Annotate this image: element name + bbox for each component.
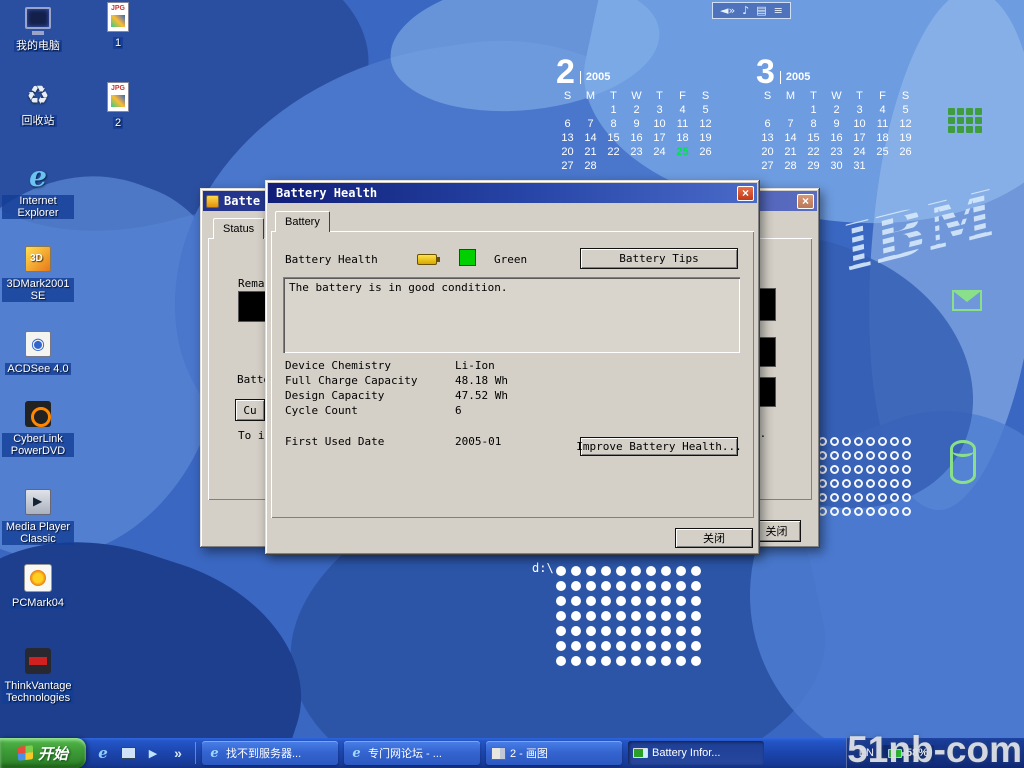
first-used-row: First Used Date 2005-01 [285,435,501,450]
task-label: 2 - 画图 [510,745,548,761]
task-label: Battery Infor... [652,747,720,759]
desktop-icon-pcmark[interactable]: PCMark04 [2,562,74,609]
field-label: Full Charge Capacity [285,374,455,389]
battery-icon [417,254,437,265]
icon-label: 我的电脑 [14,40,62,52]
show-desktop-icon[interactable] [119,744,137,762]
to-i-label-fragment: To i [238,429,265,442]
icon-label: Internet Explorer [2,195,74,219]
paint-icon [491,746,506,760]
field-label: Device Chemistry [285,359,455,374]
field-row: Cycle Count6 [285,404,508,419]
desktop-icon-3dmark[interactable]: 3DMark2001 SE [2,243,74,302]
internet-explorer-icon [349,746,364,760]
health-status-indicator [459,249,476,266]
icon-label: Media Player Classic [2,521,74,545]
field-row: Full Charge Capacity48.18 Wh [285,374,508,389]
condition-text-box: The battery is in good condition. [283,277,740,353]
battery-gauge [238,291,266,322]
close-icon[interactable]: × [797,194,814,209]
internet-explorer-icon [207,746,222,760]
windows-flag-icon [18,745,33,761]
desktop-icon-jpg-file[interactable]: 1 [82,2,154,49]
desktop-icon-thinkvantage[interactable]: ThinkVantage Technologies [2,645,74,704]
condition-text: The battery is in good condition. [289,281,508,294]
desktop-icon-acdsee[interactable]: ACDSee 4.0 [2,328,74,375]
quick-launch [86,738,195,768]
field-value: 2005-01 [455,435,501,450]
battery-tips-button[interactable]: Battery Tips [580,248,738,269]
battery-health-dialog: Battery Health × Battery Battery Health … [265,180,760,555]
3dmark-icon [22,243,54,275]
jpg-file-icon [102,2,134,34]
field-label: Design Capacity [285,389,455,404]
media-player-classic-icon [22,486,54,518]
pcmark-icon [22,562,54,594]
window-title: Batte [224,194,260,208]
field-label: First Used Date [285,435,455,450]
start-button[interactable]: 开始 [0,738,86,768]
taskbar-task[interactable]: 专门网论坛 - ... [344,741,480,765]
jpg-file-icon [102,82,134,114]
field-row: Device ChemistryLi-Ion [285,359,508,374]
desktop: IBM ◄»♪▤≡ d:\ 22005SMTWTFS12345678910111… [0,0,1024,768]
internet-explorer-icon [22,160,54,192]
dialog-title: Battery Health [276,186,377,200]
icon-label: ACDSee 4.0 [5,363,70,375]
expand-chevron-icon[interactable] [169,744,187,762]
icon-label: PCMark04 [10,597,66,609]
powerdvd-icon [22,398,54,430]
battery-icon [206,195,219,208]
desktop-icon-media-player-classic[interactable]: Media Player Classic [2,486,74,545]
watermark: 51nb-com [847,729,1022,768]
icon-label: 回收站 [20,115,57,127]
recycle-bin-icon [22,80,54,112]
health-status-text: Green [494,253,527,266]
thinkvantage-icon [22,645,54,677]
cu-button-fragment[interactable]: Cu [235,399,265,421]
field-value: 48.18 Wh [455,374,508,389]
field-label: Cycle Count [285,404,455,419]
task-label: 专门网论坛 - ... [368,745,442,761]
media-player-icon[interactable] [144,744,162,762]
taskbar-task[interactable]: 找不到服务器... [202,741,338,765]
desktop-icon-recycle-bin[interactable]: 回收站 [2,80,74,127]
field-value: 6 [455,404,462,419]
start-label: 开始 [38,743,68,764]
icon-label: 2 [113,117,123,129]
desktop-icon-internet-explorer[interactable]: Internet Explorer [2,160,74,219]
field-row: Design Capacity47.52 Wh [285,389,508,404]
health-label: Battery Health [285,253,378,266]
close-icon[interactable]: × [737,186,754,201]
battery-icon [633,746,648,760]
acdsee-icon [22,328,54,360]
icon-label: 1 [113,37,123,49]
tab-status[interactable]: Status [213,218,264,239]
icon-label: ThinkVantage Technologies [2,680,74,704]
desktop-icon-powerdvd[interactable]: CyberLink PowerDVD [2,398,74,457]
taskbar-tasks: 找不到服务器... 专门网论坛 - ... 2 - 画图 Battery Infor.… [196,738,846,768]
battery-fields: Device ChemistryLi-IonFull Charge Capaci… [285,359,508,419]
task-label: 找不到服务器... [226,745,301,761]
improve-battery-health-button[interactable]: Improve Battery Health... [580,437,738,456]
close-button[interactable]: 关闭 [675,528,753,548]
field-value: Li-Ion [455,359,495,374]
field-value: 47.52 Wh [455,389,508,404]
icon-label: 3DMark2001 SE [2,278,74,302]
tab-battery[interactable]: Battery [275,211,330,232]
internet-explorer-icon[interactable] [94,744,112,762]
my-computer-icon [22,5,54,37]
taskbar-task[interactable]: Battery Infor... [628,741,764,765]
battery-health-titlebar[interactable]: Battery Health × [268,183,757,203]
taskbar-task[interactable]: 2 - 画图 [486,741,622,765]
desktop-icon-my-computer[interactable]: 我的电脑 [2,5,74,52]
icon-label: CyberLink PowerDVD [2,433,74,457]
desktop-icon-jpg-file[interactable]: 2 [82,82,154,129]
